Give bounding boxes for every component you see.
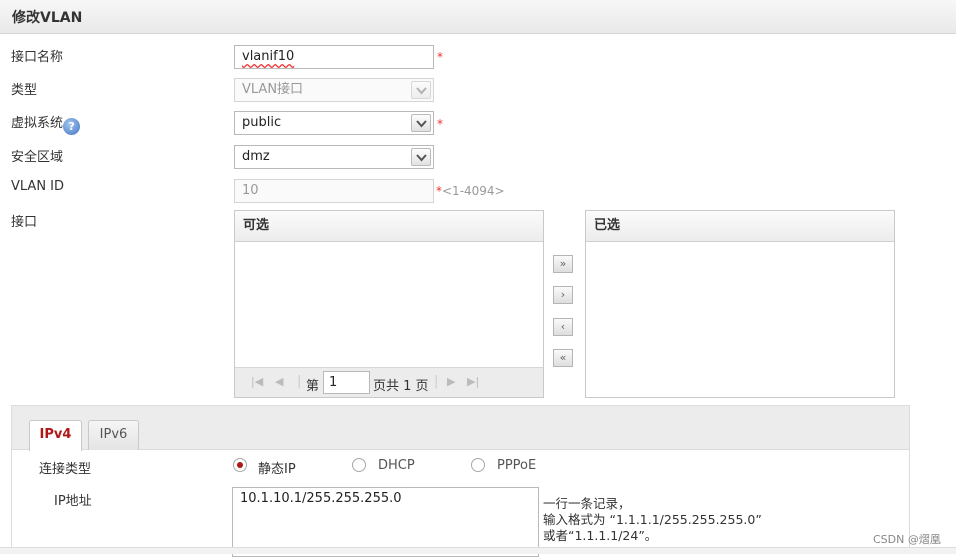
pager-separator: | bbox=[297, 374, 302, 389]
selected-list-panel: 已选 bbox=[585, 210, 895, 398]
type-select: VLAN接口 bbox=[234, 78, 434, 102]
dialog-title: 修改VLAN bbox=[12, 10, 83, 26]
chevron-down-icon bbox=[411, 81, 431, 99]
vlan-id-range-hint: *<1-4094> bbox=[436, 184, 505, 198]
pager: |◀ ◀ | 第 1 页共 1 页 | ▶ ▶| bbox=[235, 367, 543, 397]
ip-address-label: IP地址 bbox=[54, 494, 92, 509]
vlan-id-value: 10 bbox=[242, 183, 259, 198]
add-all-button[interactable]: » bbox=[553, 255, 573, 273]
dialog-titlebar: 修改VLAN bbox=[0, 0, 956, 34]
first-page-icon[interactable]: |◀ bbox=[251, 375, 263, 388]
interface-name-input[interactable]: vlanif10 bbox=[234, 45, 434, 69]
selected-list-title: 已选 bbox=[586, 211, 894, 242]
virtual-system-select[interactable]: public bbox=[234, 111, 434, 135]
note-line: 输入格式为 “1.1.1.1/255.255.255.0” bbox=[543, 512, 762, 527]
pppoe-label[interactable]: PPPoE bbox=[497, 458, 536, 473]
note-line: 或者“1.1.1.1/24”。 bbox=[543, 528, 658, 543]
chevron-down-icon[interactable] bbox=[411, 148, 431, 166]
security-zone-label: 安全区域 bbox=[11, 150, 64, 165]
radio-pppoe[interactable] bbox=[471, 458, 485, 472]
radio-dhcp[interactable] bbox=[352, 458, 366, 472]
security-zone-select[interactable]: dmz bbox=[234, 145, 434, 169]
vlan-id-label: VLAN ID bbox=[11, 179, 65, 194]
security-zone-value: dmz bbox=[242, 149, 270, 164]
radio-static-ip[interactable] bbox=[233, 458, 247, 472]
tab-ipv4[interactable]: IPv4 bbox=[29, 420, 82, 451]
page-total: 页共 1 页 bbox=[373, 379, 429, 394]
ip-tab-bar: IPv4 IPv6 bbox=[11, 405, 910, 451]
page-prefix: 第 bbox=[306, 379, 320, 394]
required-mark: * bbox=[437, 117, 443, 131]
required-mark: * bbox=[437, 50, 443, 64]
virtual-system-label-text: 虚拟系统 bbox=[11, 116, 64, 131]
chevron-down-icon[interactable] bbox=[411, 114, 431, 132]
tab-ipv6[interactable]: IPv6 bbox=[88, 420, 139, 450]
available-list-title: 可选 bbox=[235, 211, 543, 242]
dhcp-label[interactable]: DHCP bbox=[378, 458, 415, 473]
ip-format-note: 一行一条记录， 输入格式为 “1.1.1.1/255.255.255.0” 或者… bbox=[543, 496, 762, 544]
last-page-icon[interactable]: ▶| bbox=[467, 375, 479, 388]
help-icon[interactable]: ? bbox=[63, 118, 81, 135]
vlan-id-range-text: <1-4094> bbox=[442, 184, 505, 198]
watermark: CSDN @熠凰 bbox=[873, 533, 941, 546]
remove-button[interactable]: ‹ bbox=[553, 318, 573, 336]
interface-name-label: 接口名称 bbox=[11, 50, 64, 65]
note-line: 一行一条记录， bbox=[543, 496, 631, 511]
page-number-input[interactable]: 1 bbox=[323, 371, 370, 394]
next-page-icon[interactable]: ▶ bbox=[447, 375, 455, 388]
remove-all-button[interactable]: « bbox=[553, 349, 573, 367]
page-number-value: 1 bbox=[329, 375, 338, 390]
interface-name-value: vlanif10 bbox=[242, 49, 295, 64]
pager-separator: | bbox=[434, 374, 439, 389]
connection-type-label: 连接类型 bbox=[39, 462, 92, 477]
vlan-id-input: 10 bbox=[234, 179, 434, 203]
interface-label: 接口 bbox=[11, 215, 38, 230]
prev-page-icon[interactable]: ◀ bbox=[275, 375, 283, 388]
available-list-panel: 可选 |◀ ◀ | 第 1 页共 1 页 | ▶ ▶| bbox=[234, 210, 544, 398]
virtual-system-value: public bbox=[242, 115, 282, 130]
ip-address-value: 10.1.10.1/255.255.255.0 bbox=[240, 491, 402, 506]
type-label: 类型 bbox=[11, 83, 38, 98]
add-button[interactable]: › bbox=[553, 286, 573, 304]
virtual-system-label: 虚拟系统? bbox=[11, 112, 81, 135]
static-ip-label[interactable]: 静态IP bbox=[258, 458, 296, 477]
type-value: VLAN接口 bbox=[242, 82, 304, 97]
